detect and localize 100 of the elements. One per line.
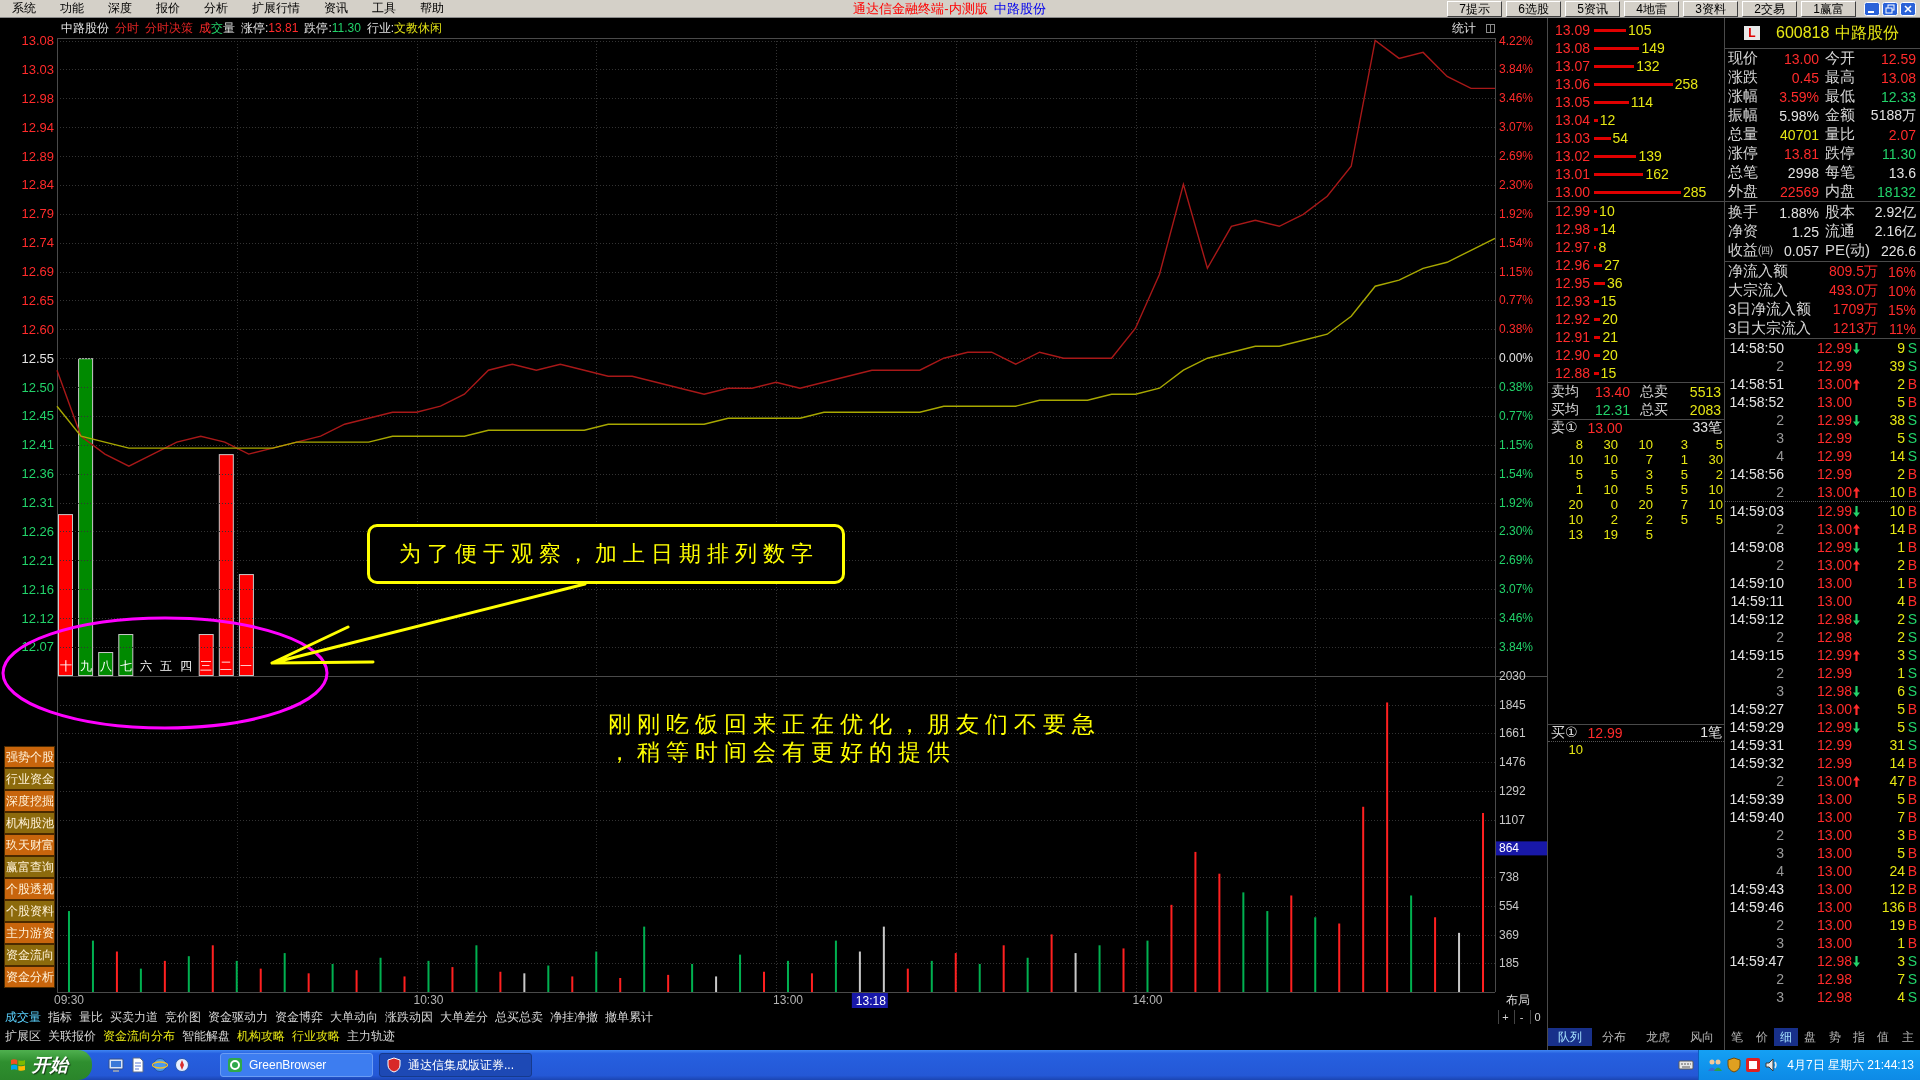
side-button[interactable]: 玖天财富 [4,834,55,856]
trade-sequence: 2 [1776,412,1784,428]
detail-tab[interactable]: 指 [1846,1028,1872,1046]
document-icon[interactable] [130,1057,146,1073]
side-button[interactable]: 赢富查询 [4,856,55,878]
detail-tab[interactable]: 笔 [1725,1028,1750,1046]
menu-item[interactable]: 分析 [192,0,240,17]
volume-axis-label: 554 [1499,898,1520,913]
restore-icon[interactable] [1882,1,1898,16]
box-icon[interactable] [1486,23,1495,33]
extension-tab[interactable]: 主力轨迹 [347,1029,395,1043]
monitor-icon[interactable] [108,1057,124,1073]
menu-item[interactable]: 资讯 [312,0,360,17]
keyboard-icon[interactable] [1678,1057,1695,1073]
indicator-tab[interactable]: 资金驱动力 [208,1008,268,1026]
shortcut-button[interactable]: 3资料 [1683,0,1738,17]
detail-tab[interactable]: 细 [1773,1028,1799,1046]
trade-side: S [1907,430,1917,446]
menu-item[interactable]: 报价 [144,0,192,17]
indicator-tab[interactable]: 成交量 [5,1008,41,1026]
stats-button[interactable]: 统计 [1452,19,1476,37]
trade-price: 13.00 [1817,557,1853,573]
indicator-tab[interactable]: 总买总卖 [495,1008,543,1026]
indicator-tab[interactable]: 指标 [48,1008,72,1026]
taskbar-button[interactable]: 通达信集成版证券... [379,1053,532,1077]
shortcut-button[interactable]: 2交易 [1742,0,1797,17]
indicator-tab[interactable]: 涨跌动因 [385,1008,433,1026]
menu-item[interactable]: 功能 [48,0,96,17]
trade-price: 12.99 [1817,755,1853,771]
menu-item[interactable]: 深度 [96,0,144,17]
trade-sequence: 2 [1776,773,1784,789]
shortcut-button[interactable]: 7提示 [1447,0,1502,17]
side-button[interactable]: 主力游资 [4,922,55,944]
zoom-button[interactable]: 0 [1530,1010,1544,1024]
tile-icon[interactable] [1745,1057,1762,1073]
detail-tab[interactable]: 值 [1871,1028,1896,1046]
extension-tab[interactable]: 行业攻略 [292,1029,340,1043]
menu-item[interactable]: 系统 [0,0,48,17]
side-button[interactable]: 行业资金 [4,768,55,790]
indicator-tab[interactable]: 净挂净撤 [550,1008,598,1026]
side-button[interactable]: 资金分析 [4,966,55,988]
trade-volume: 7 [1897,809,1905,825]
trade-side: B [1907,791,1917,807]
people-icon[interactable] [1707,1057,1724,1073]
detail-tab[interactable]: 势 [1822,1028,1847,1046]
indicator-tab[interactable]: 大单动向 [330,1008,378,1026]
shortcut-button[interactable]: 6选股 [1506,0,1561,17]
trade-side: B [1907,503,1917,519]
layout-button[interactable]: 布局 [1506,993,1530,1007]
extension-tab[interactable]: 资金流向分布 [103,1029,175,1043]
order-price: 12.88 [1555,365,1591,381]
indicator-tab[interactable]: 竞价图 [165,1008,201,1026]
book-tab[interactable]: 风向 [1680,1028,1724,1046]
shortcut-button[interactable]: 4地雷 [1624,0,1679,17]
menu-item[interactable]: 帮助 [408,0,456,17]
side-button[interactable]: 深度挖掘 [4,790,55,812]
indicator-tab[interactable]: 资金博弈 [275,1008,323,1026]
trade-price: 12.99 [1817,737,1853,753]
book-tab[interactable]: 分布 [1592,1028,1636,1046]
detail-tab[interactable]: 价 [1749,1028,1774,1046]
shortcut-button[interactable]: 5资讯 [1565,0,1620,17]
price-axis-label: 12.41 [21,437,54,453]
side-button[interactable]: 个股资料 [4,900,55,922]
quote-label: 最高 [1825,68,1855,87]
price-axis-label: 12.36 [21,466,54,482]
extension-tab[interactable]: 智能解盘 [182,1029,230,1043]
quote-label: 总笔 [1728,163,1758,182]
detail-tab[interactable]: 盘 [1798,1028,1823,1046]
trade-side: S [1907,412,1917,428]
queue-order-size: 10 [1568,512,1583,527]
minimize-icon[interactable] [1864,1,1880,16]
trade-sequence: 2 [1776,917,1784,933]
menu-item[interactable]: 扩展行情 [240,0,312,17]
extension-tab[interactable]: 机构攻略 [237,1029,285,1043]
start-button[interactable]: 开始 [0,1050,92,1080]
indicator-tab[interactable]: 大单差分 [440,1008,488,1026]
view-link[interactable]: 分时 [115,19,139,37]
side-button[interactable]: 个股透视 [4,878,55,900]
extension-tab[interactable]: 扩展区 [5,1029,41,1043]
trade-volume: 3 [1897,827,1905,843]
indicator-tab[interactable]: 撤单累计 [605,1008,653,1026]
side-button[interactable]: 机构股池 [4,812,55,834]
globe-icon[interactable] [152,1057,168,1073]
side-button[interactable]: 强势个股 [4,746,55,768]
zoom-button[interactable]: - [1514,1010,1528,1024]
book-tab[interactable]: 龙虎 [1636,1028,1680,1046]
view-link[interactable]: 分时决策 [145,19,193,37]
indicator-tab[interactable]: 量比 [79,1008,103,1026]
menu-item[interactable]: 工具 [360,0,408,17]
taskbar-button[interactable]: GreenBrowser [220,1053,373,1077]
indicator-tab[interactable]: 买卖力道 [110,1008,158,1026]
shortcut-button[interactable]: 1赢富 [1801,0,1856,17]
book-tab[interactable]: 队列 [1548,1028,1592,1046]
compass-icon[interactable] [174,1057,190,1073]
shield-icon[interactable] [1726,1057,1743,1073]
detail-tab[interactable]: 主 [1895,1028,1920,1046]
extension-tab[interactable]: 关联报价 [48,1029,96,1043]
zoom-button[interactable]: + [1498,1010,1512,1024]
close-icon[interactable] [1900,1,1916,16]
side-button[interactable]: 资金流向 [4,944,55,966]
